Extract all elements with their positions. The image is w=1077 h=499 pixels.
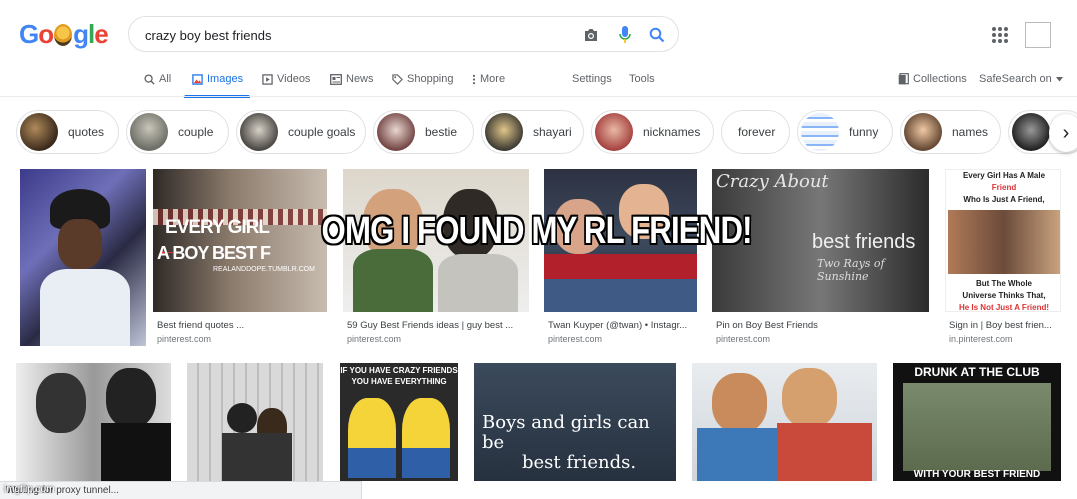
image-text: Every Girl Has A Male: [962, 171, 1046, 180]
chip-quotes[interactable]: quotes: [16, 110, 119, 154]
tab-news[interactable]: News: [330, 70, 374, 88]
chip-thumbnail: [904, 113, 942, 151]
page: { "logo": {"letters": ["G", "o", "", "g"…: [0, 0, 1077, 499]
imgflip-watermark: imgflip.com: [4, 484, 55, 495]
chip-bestie[interactable]: bestie: [373, 110, 474, 154]
image-text: Who Is Just A Friend,: [963, 195, 1045, 204]
search-tabs: All Images Videos News Shopping More Set…: [0, 70, 1077, 98]
result-image-9[interactable]: IF YOU HAVE CRAZY FRIENDS YOU HAVE EVERY…: [340, 363, 458, 481]
tab-images[interactable]: Images: [192, 70, 243, 88]
chip-names[interactable]: names: [900, 110, 1001, 154]
result-image-12[interactable]: DRUNK AT THE CLUB WITH YOUR BEST FRIEND: [893, 363, 1061, 481]
tab-videos[interactable]: Videos: [262, 70, 310, 88]
apps-grid-icon[interactable]: [992, 27, 1008, 43]
result-image-7[interactable]: [16, 363, 171, 481]
result-caption[interactable]: Best friend quotes ...: [157, 320, 327, 331]
result-source: in.pinterest.com: [949, 334, 1013, 344]
image-text: He Is Not Just A Friend!: [958, 303, 1050, 312]
chip-thumbnail: [485, 113, 523, 151]
image-icon: [192, 73, 203, 85]
microphone-icon[interactable]: [615, 25, 635, 45]
safesearch-toggle[interactable]: SafeSearch on: [979, 70, 1063, 88]
news-icon: [330, 73, 342, 85]
chip-forever[interactable]: forever: [721, 110, 790, 154]
settings-link[interactable]: Settings: [572, 70, 612, 88]
tab-shopping[interactable]: Shopping: [392, 70, 454, 88]
chip-thumbnail: [595, 113, 633, 151]
image-text: YOU HAVE EVERYTHING: [351, 377, 447, 386]
result-image-11[interactable]: [692, 363, 877, 481]
chip-thumbnail: [20, 113, 58, 151]
result-caption[interactable]: Sign in | Boy best frien...: [949, 320, 1059, 331]
image-text: Crazy About: [716, 171, 829, 192]
chip-thumbnail: [130, 113, 168, 151]
image-text: best friends.: [522, 452, 637, 473]
image-text: Two Rays of Sunshine: [817, 257, 885, 283]
result-image-10[interactable]: Boys and girls can be best friends.: [474, 363, 676, 481]
result-caption[interactable]: 59 Guy Best Friends ideas | guy best ...: [347, 320, 529, 331]
account-avatar[interactable]: [1025, 22, 1051, 48]
result-source: pinterest.com: [716, 334, 771, 344]
result-caption[interactable]: Twan Kuyper (@twan) • Instagr...: [548, 320, 697, 331]
image-text: Universe Thinks That,: [962, 291, 1046, 300]
image-text: WITH YOUR BEST FRIEND: [913, 469, 1041, 480]
image-text: Friend: [991, 183, 1017, 192]
chip-thumbnail: [1012, 113, 1050, 151]
chip-nicknames[interactable]: nicknames: [591, 110, 714, 154]
search-icon[interactable]: [647, 25, 667, 45]
result-source: pinterest.com: [548, 334, 603, 344]
collections-link[interactable]: Collections: [898, 70, 967, 88]
divider: [0, 96, 1077, 97]
result-image-8[interactable]: [187, 363, 323, 481]
search-input[interactable]: [145, 25, 565, 45]
image-text: DRUNK AT THE CLUB: [914, 365, 1040, 379]
tab-all[interactable]: All: [144, 70, 171, 88]
doodle-icon: [54, 24, 73, 46]
chip-thumbnail: [377, 113, 415, 151]
google-logo[interactable]: Go gle: [19, 19, 109, 50]
chip-couple-goals[interactable]: couple goals: [236, 110, 366, 154]
image-text: Boys and girls can be: [482, 412, 650, 453]
search-box: [128, 16, 679, 52]
image-text: IF YOU HAVE CRAZY FRIENDS: [340, 366, 458, 375]
chevron-right-icon[interactable]: ›: [1049, 114, 1077, 152]
result-source: pinterest.com: [157, 334, 212, 344]
chip-shayari[interactable]: shayari: [481, 110, 584, 154]
image-text: But The Whole: [976, 279, 1032, 288]
more-vert-icon: [472, 74, 476, 84]
play-icon: [262, 73, 273, 85]
chip-funny[interactable]: funny: [797, 110, 893, 154]
tools-link[interactable]: Tools: [629, 70, 655, 88]
result-image-1[interactable]: [20, 169, 146, 346]
tab-more[interactable]: More: [472, 70, 505, 88]
tag-icon: [392, 73, 403, 85]
result-source: pinterest.com: [347, 334, 402, 344]
chip-couple[interactable]: couple: [126, 110, 229, 154]
camera-icon[interactable]: [581, 25, 601, 45]
collections-icon: [898, 73, 909, 85]
caret-down-icon: [1055, 76, 1063, 81]
chip-thumbnail: [801, 113, 839, 151]
chip-thumbnail: [240, 113, 278, 151]
search-icon: [144, 73, 155, 85]
related-search-chips: quotes couple couple goals bestie shayar…: [16, 110, 1077, 156]
image-text: REALANDDOPE.TUMBLR.COM: [213, 266, 315, 273]
result-caption[interactable]: Pin on Boy Best Friends: [716, 320, 929, 331]
meme-caption: OMG I FOUND MY RL FRIEND!: [321, 210, 753, 252]
